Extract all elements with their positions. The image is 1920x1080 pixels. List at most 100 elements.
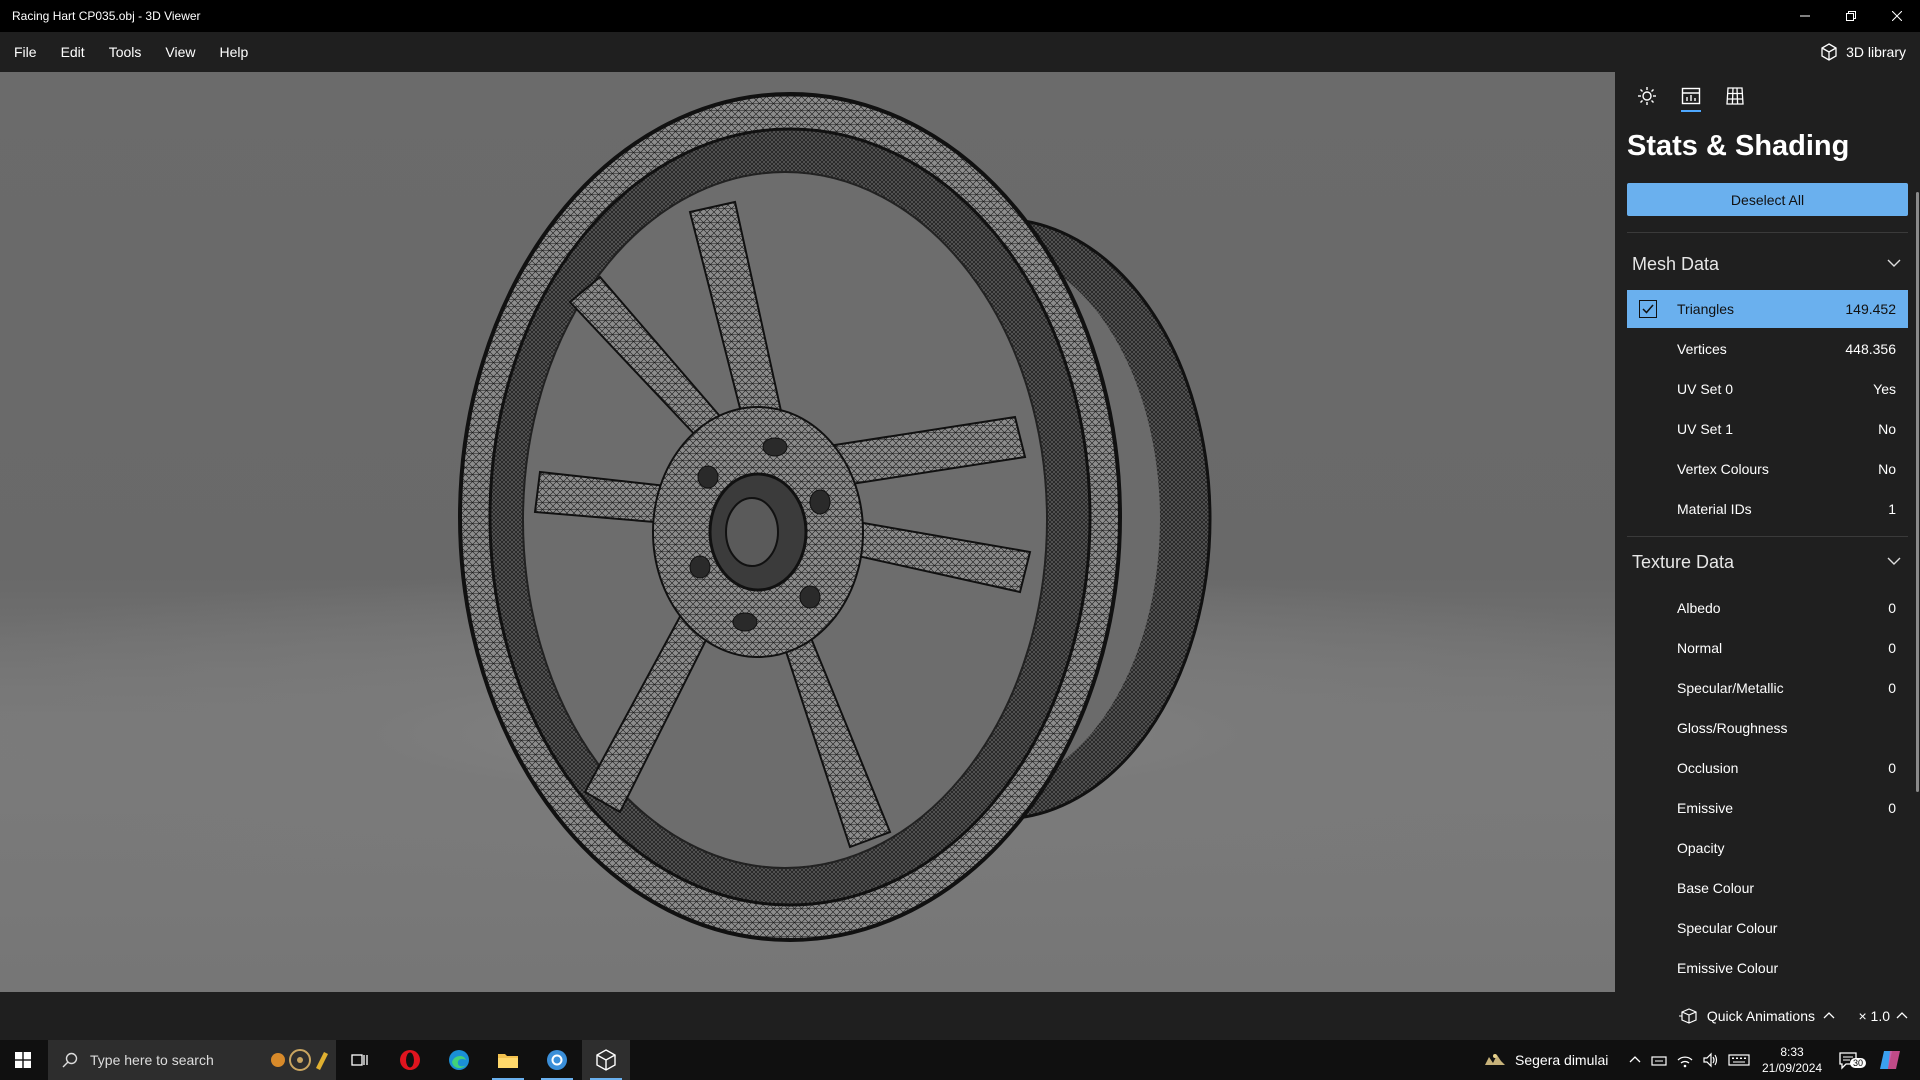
copilot-icon	[1880, 1051, 1900, 1069]
texture-row-specular-metallic[interactable]: Specular/Metallic 0	[1627, 669, 1908, 707]
3d-viewport[interactable]	[0, 72, 1615, 992]
mesh-row-vertices[interactable]: Vertices 448.356	[1627, 330, 1908, 368]
tab-stats[interactable]	[1669, 72, 1713, 120]
menu-help[interactable]: Help	[207, 32, 260, 72]
clock-time: 8:33	[1780, 1045, 1804, 1059]
mesh-row-uv-set-0[interactable]: UV Set 0 Yes	[1627, 370, 1908, 408]
texture-row-label: Specular/Metallic	[1677, 680, 1784, 696]
taskbar-browser[interactable]	[533, 1040, 581, 1080]
system-tray	[1628, 1040, 1750, 1080]
folder-icon	[498, 1054, 518, 1068]
taskbar-file-explorer[interactable]	[484, 1040, 532, 1080]
weather-widget[interactable]: Segera dimulai	[1483, 1040, 1608, 1080]
texture-row-label: Gloss/Roughness	[1677, 720, 1788, 736]
divider	[1627, 232, 1908, 233]
texture-row-label: Normal	[1677, 640, 1723, 656]
menu-edit[interactable]: Edit	[49, 32, 97, 72]
quick-animations-label: Quick Animations	[1706, 1008, 1815, 1024]
texture-row-label: Base Colour	[1677, 880, 1755, 896]
texture-data-title: Texture Data	[1632, 551, 1735, 572]
mesh-row-vertex-colours[interactable]: Vertex Colours No	[1627, 450, 1908, 488]
close-button[interactable]	[1874, 0, 1920, 32]
mesh-row-value: 1	[1888, 501, 1896, 517]
volume-icon[interactable]	[1702, 1052, 1720, 1068]
grid-icon	[1726, 87, 1744, 105]
tab-lighting[interactable]	[1625, 72, 1669, 120]
texture-row-emissive[interactable]: Emissive 0	[1627, 789, 1908, 827]
weather-text: Segera dimulai	[1515, 1052, 1609, 1068]
window-title: Racing Hart CP035.obj - 3D Viewer	[12, 9, 201, 23]
menu-file[interactable]: File	[0, 32, 49, 72]
mesh-row-triangles[interactable]: Triangles 149.452	[1627, 290, 1908, 328]
checkbox-checked-icon[interactable]	[1639, 300, 1657, 318]
taskbar-opera[interactable]	[386, 1040, 434, 1080]
mesh-data-header[interactable]: Mesh Data	[1632, 249, 1908, 279]
3d-library-button[interactable]: 3D library	[1820, 32, 1906, 72]
restore-icon	[1846, 11, 1856, 21]
chevron-down-icon	[1887, 259, 1901, 267]
mesh-row-uv-set-1[interactable]: UV Set 1 No	[1627, 410, 1908, 448]
animation-icon	[1678, 1008, 1697, 1024]
search-placeholder: Type here to search	[90, 1052, 214, 1068]
quick-animations-button[interactable]: Quick Animations	[1678, 992, 1835, 1040]
texture-row-emissive-colour[interactable]: Emissive Colour	[1627, 949, 1908, 987]
texture-row-label: Emissive	[1677, 800, 1734, 816]
weather-icon	[1485, 1054, 1505, 1065]
restore-button[interactable]	[1828, 0, 1874, 32]
taskbar: Type here to search Segera dimulai 8:33 …	[0, 1040, 1920, 1080]
lighting-icon	[1638, 87, 1656, 105]
texture-row-normal[interactable]: Normal 0	[1627, 629, 1908, 667]
texture-row-label: Opacity	[1677, 840, 1725, 856]
speed-button[interactable]: × 1.0	[1858, 992, 1908, 1040]
menu-tools[interactable]: Tools	[97, 32, 154, 72]
minimize-icon	[1800, 15, 1810, 17]
panel-scrollbar[interactable]	[1916, 192, 1919, 792]
texture-row-value: 0	[1888, 680, 1896, 696]
mesh-row-label: Triangles	[1677, 301, 1735, 317]
wifi-icon[interactable]	[1676, 1052, 1694, 1068]
mesh-row-label: Material IDs	[1677, 501, 1752, 517]
chevron-up-icon[interactable]	[1628, 1053, 1642, 1067]
taskbar-edge[interactable]	[435, 1040, 483, 1080]
task-view-button[interactable]	[336, 1040, 384, 1080]
texture-row-opacity[interactable]: Opacity	[1627, 829, 1908, 867]
copilot-button[interactable]	[1878, 1048, 1902, 1077]
mesh-row-label: Vertices	[1677, 341, 1727, 357]
mesh-row-value: No	[1878, 421, 1896, 437]
network-icon[interactable]	[1650, 1052, 1668, 1068]
3d-library-label: 3D library	[1846, 44, 1906, 60]
texture-row-label: Emissive Colour	[1677, 960, 1779, 976]
texture-row-specular-colour[interactable]: Specular Colour	[1627, 909, 1908, 947]
tab-grid[interactable]	[1713, 72, 1757, 120]
mesh-row-label: UV Set 1	[1677, 421, 1734, 437]
texture-row-gloss-roughness[interactable]: Gloss/Roughness	[1627, 709, 1908, 747]
start-button[interactable]	[0, 1040, 46, 1080]
chevron-up-icon	[1823, 1012, 1835, 1019]
taskbar-search[interactable]: Type here to search	[48, 1040, 336, 1080]
texture-row-occlusion[interactable]: Occlusion 0	[1627, 749, 1908, 787]
close-icon	[1892, 11, 1902, 21]
task-view-icon	[351, 1054, 368, 1066]
deselect-all-button[interactable]: Deselect All	[1627, 183, 1908, 216]
texture-row-base-colour[interactable]: Base Colour	[1627, 869, 1908, 907]
notification-center-button[interactable]: 30	[1838, 1040, 1867, 1080]
texture-row-label: Occlusion	[1677, 760, 1739, 776]
texture-row-albedo[interactable]: Albedo 0	[1627, 589, 1908, 627]
texture-row-value: 0	[1888, 760, 1896, 776]
mesh-row-material-ids[interactable]: Material IDs 1	[1627, 490, 1908, 528]
notification-badge: 30	[1850, 1058, 1867, 1068]
panel-title: Stats & Shading	[1627, 130, 1850, 162]
menu-view[interactable]: View	[153, 32, 207, 72]
search-highlight-image	[268, 1048, 330, 1072]
taskbar-3d-viewer[interactable]	[582, 1040, 630, 1080]
mesh-row-label: Vertex Colours	[1677, 461, 1769, 477]
texture-row-label: Specular Colour	[1677, 920, 1778, 936]
divider	[1627, 536, 1908, 537]
wheel-model	[458, 92, 1212, 942]
keyboard-icon[interactable]	[1728, 1052, 1750, 1068]
mesh-data-title: Mesh Data	[1632, 253, 1720, 274]
texture-data-header[interactable]: Texture Data	[1632, 547, 1908, 577]
taskbar-clock[interactable]: 8:33 21/09/2024	[1762, 1044, 1822, 1076]
window-controls	[1782, 0, 1920, 32]
minimize-button[interactable]	[1782, 0, 1828, 32]
